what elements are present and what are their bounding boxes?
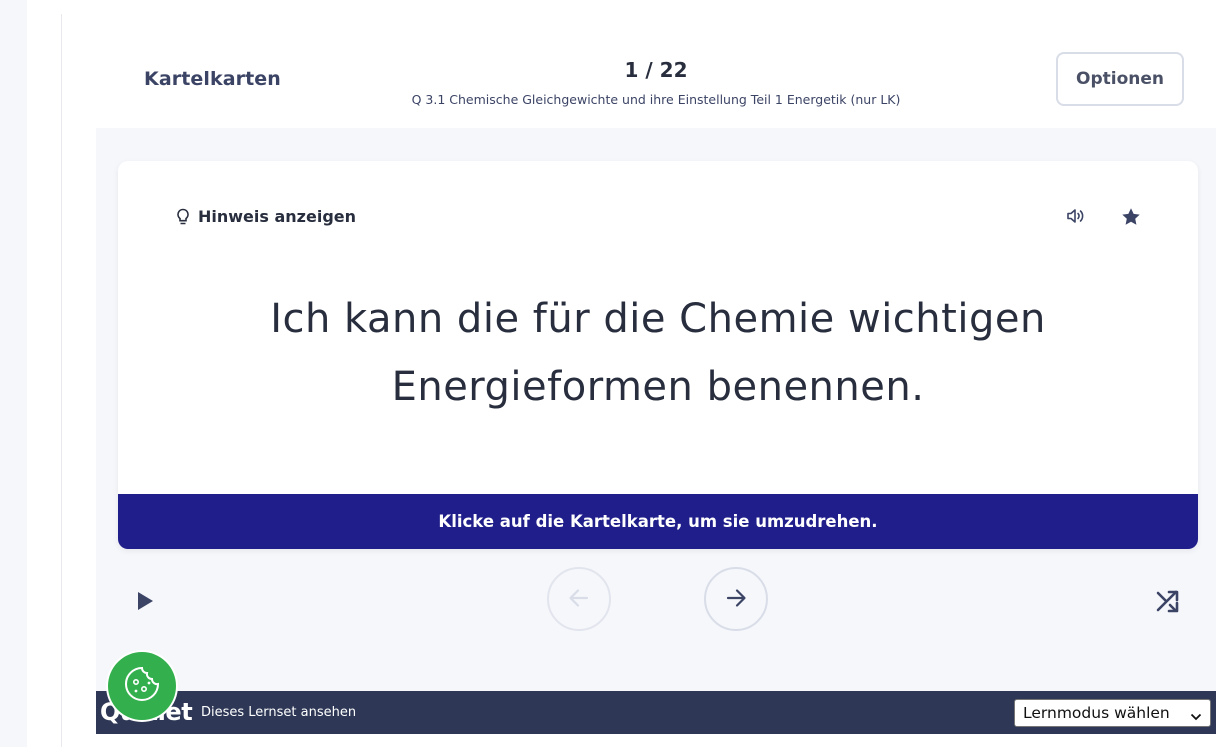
arrow-left-icon bbox=[566, 585, 592, 614]
lightbulb-icon bbox=[176, 208, 190, 226]
cookie-icon bbox=[122, 664, 162, 708]
set-title: Q 3.1 Chemische Gleichgewichte und ihre … bbox=[411, 92, 901, 107]
audio-icon[interactable] bbox=[1066, 207, 1086, 229]
flashcard-stage: Hinweis anzeigen Ich kann die für die Ch… bbox=[96, 128, 1216, 691]
quizlet-embed-bar: Quizlet Dieses Lernset ansehen Lernmodus… bbox=[96, 691, 1216, 734]
options-button[interactable]: Optionen bbox=[1056, 52, 1184, 106]
left-divider bbox=[61, 14, 62, 747]
study-mode-select[interactable]: Lernmodus wählen bbox=[1014, 699, 1211, 727]
study-mode-select-value: Lernmodus wählen bbox=[1023, 704, 1170, 722]
view-set-link[interactable]: Dieses Lernset ansehen bbox=[201, 705, 356, 720]
hint-label: Hinweis anzeigen bbox=[198, 207, 357, 226]
chevron-down-icon bbox=[1190, 708, 1202, 726]
show-hint-button[interactable]: Hinweis anzeigen bbox=[176, 207, 356, 226]
star-icon[interactable] bbox=[1120, 206, 1142, 232]
flip-instruction-banner[interactable]: Klicke auf die Kartelkarte, um sie umzud… bbox=[118, 494, 1198, 549]
cookie-settings-button[interactable] bbox=[108, 652, 176, 720]
flashcards-header: Kartelkarten 1 / 22 Q 3.1 Chemische Glei… bbox=[96, 0, 1216, 128]
shuffle-icon[interactable] bbox=[1154, 588, 1182, 618]
card-counter: 1 / 22 bbox=[624, 58, 688, 82]
play-icon[interactable] bbox=[136, 590, 156, 616]
arrow-right-icon bbox=[723, 585, 749, 614]
left-gutter bbox=[0, 0, 27, 747]
card-term: Ich kann die für die Chemie wichtigen En… bbox=[270, 296, 1046, 410]
previous-card-button[interactable] bbox=[547, 567, 611, 631]
next-card-button[interactable] bbox=[704, 567, 768, 631]
flashcard[interactable]: Hinweis anzeigen Ich kann die für die Ch… bbox=[118, 161, 1198, 549]
